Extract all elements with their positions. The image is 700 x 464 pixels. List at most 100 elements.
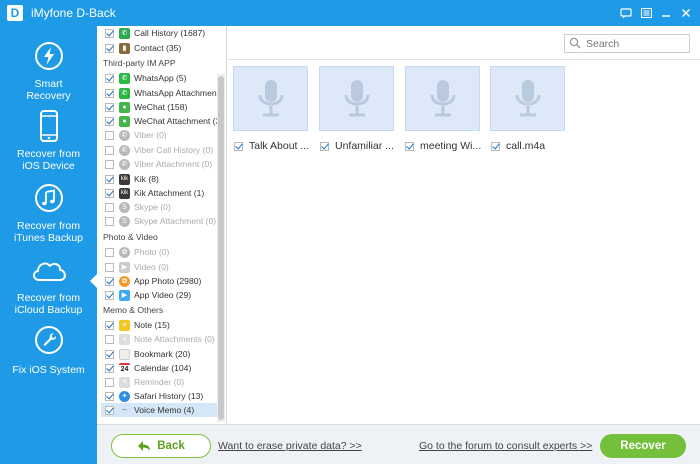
- checkbox[interactable]: [105, 174, 114, 184]
- checkbox[interactable]: [105, 116, 114, 126]
- search-icon: [569, 37, 583, 51]
- file-checkbox[interactable]: [491, 141, 500, 151]
- search-box[interactable]: [564, 34, 690, 53]
- nav-label: Recover from iOS Device: [16, 148, 80, 172]
- nav-recover-ios-device[interactable]: Recover from iOS Device: [0, 108, 97, 172]
- kik-icon: kik: [119, 187, 130, 199]
- checkbox[interactable]: [105, 405, 114, 415]
- music-note-icon: [29, 180, 69, 216]
- video-icon: ▶: [119, 261, 130, 273]
- voice-memo-icon: ~: [121, 404, 128, 416]
- tree-item-app-photo[interactable]: ✿ App Photo (2980): [105, 274, 201, 288]
- checkbox[interactable]: [105, 188, 114, 198]
- file-checkbox[interactable]: [320, 141, 329, 151]
- lightning-icon: [29, 38, 69, 74]
- nav-label: Recover from iTunes Backup: [13, 220, 84, 244]
- checkbox[interactable]: [105, 159, 114, 169]
- tree-item-voice-memo[interactable]: ~ Voice Memo (4): [101, 403, 217, 417]
- file-checkbox[interactable]: [234, 141, 243, 151]
- file-label[interactable]: call.m4a: [491, 140, 545, 152]
- tree-item-wechat-attachment[interactable]: ● WeChat Attachment (3...: [105, 114, 226, 128]
- checkbox[interactable]: [105, 363, 114, 373]
- nav-recover-itunes-backup[interactable]: Recover from iTunes Backup: [0, 180, 97, 244]
- section-title-memo: Memo & Others: [103, 305, 164, 315]
- nav-fix-ios-system[interactable]: Fix iOS System: [0, 322, 97, 376]
- minimize-icon[interactable]: [658, 5, 674, 21]
- tree-item-viber-call-history[interactable]: ✆ Viber Call History (0): [105, 143, 213, 157]
- checkbox[interactable]: [105, 102, 114, 112]
- search-input[interactable]: [583, 37, 683, 50]
- checkbox[interactable]: [105, 391, 114, 401]
- tree-item-safari-history[interactable]: ✦ Safari History (13): [105, 389, 203, 403]
- file-label[interactable]: Talk About ...: [234, 140, 309, 152]
- file-tile[interactable]: [490, 66, 565, 131]
- checkbox[interactable]: [105, 334, 114, 344]
- wechat-icon: ●: [119, 101, 130, 113]
- tree-item-video[interactable]: ▶ Video (0): [105, 260, 169, 274]
- title-bar: D iMyfone D-Back: [0, 0, 700, 26]
- checkbox[interactable]: [105, 247, 114, 257]
- checkbox[interactable]: [105, 88, 114, 98]
- tree-item-app-video[interactable]: ▶ App Video (29): [105, 288, 191, 302]
- file-tile[interactable]: [405, 66, 480, 131]
- back-arrow-icon: [138, 441, 151, 451]
- checkbox[interactable]: [105, 262, 114, 272]
- back-button[interactable]: Back: [111, 434, 211, 458]
- forum-link[interactable]: Go to the forum to consult experts >>: [419, 440, 592, 452]
- wechat-icon: ●: [119, 115, 130, 127]
- tree-item-whatsapp-attachment[interactable]: ✆ WhatsApp Attachmen...: [105, 86, 224, 100]
- nav-recover-icloud-backup[interactable]: Recover from iCloud Backup: [0, 252, 97, 316]
- reminder-icon: ≡: [119, 376, 130, 388]
- note-icon: ≡: [119, 333, 130, 345]
- checkbox[interactable]: [105, 276, 114, 286]
- viber-icon: ✆: [119, 158, 130, 170]
- checkbox[interactable]: [105, 43, 114, 53]
- tree-item-whatsapp[interactable]: ✆ WhatsApp (5): [105, 71, 187, 85]
- file-label[interactable]: meeting Wi...: [405, 140, 481, 152]
- tree-item-bookmark[interactable]: Bookmark (20): [105, 347, 190, 361]
- app-title: iMyfone D-Back: [31, 6, 116, 20]
- contacts-app-icon: ▮: [119, 42, 130, 54]
- checkbox[interactable]: [105, 28, 114, 38]
- tree-item-skype[interactable]: S Skype (0): [105, 200, 171, 214]
- tree-item-calendar[interactable]: 24 Calendar (104): [105, 361, 191, 375]
- checkbox[interactable]: [105, 73, 114, 83]
- file-checkbox[interactable]: [405, 141, 414, 151]
- close-icon[interactable]: [678, 5, 694, 21]
- checkbox[interactable]: [105, 290, 114, 300]
- recover-button[interactable]: Recover: [600, 434, 686, 458]
- checkbox[interactable]: [105, 145, 114, 155]
- checkbox[interactable]: [105, 349, 114, 359]
- kik-icon: kik: [119, 173, 130, 185]
- bookmark-icon: [119, 348, 130, 360]
- tree-item-kik[interactable]: kik Kik (8): [105, 172, 159, 186]
- tree-item-note-attachments[interactable]: ≡ Note Attachments (0): [105, 332, 215, 346]
- file-tile[interactable]: [319, 66, 394, 131]
- tree-item-contact[interactable]: ▮ Contact (35): [105, 41, 181, 55]
- tree-item-kik-attachment[interactable]: kik Kik Attachment (1): [105, 186, 204, 200]
- nav-label: Fix iOS System: [12, 364, 85, 376]
- checkbox[interactable]: [105, 320, 114, 330]
- safari-icon: ✦: [119, 390, 130, 402]
- tree-item-call-history[interactable]: ✆ Call History (1687): [105, 26, 205, 40]
- tree-item-viber-attachment[interactable]: ✆ Viber Attachment (0): [105, 157, 212, 171]
- checkbox[interactable]: [105, 130, 114, 140]
- tree-item-reminder[interactable]: ≡ Reminder (0): [105, 375, 184, 389]
- checkbox[interactable]: [105, 377, 114, 387]
- microphone-icon: [430, 79, 455, 116]
- tree-scrollbar[interactable]: [217, 74, 225, 422]
- erase-data-link[interactable]: Want to erase private data? >>: [218, 440, 362, 452]
- scroll-thumb[interactable]: [218, 76, 224, 420]
- checkbox[interactable]: [105, 216, 114, 226]
- menu-icon[interactable]: [638, 5, 654, 21]
- tree-item-note[interactable]: ≡ Note (15): [105, 318, 170, 332]
- nav-smart-recovery[interactable]: Smart Recovery: [0, 38, 97, 102]
- tree-item-photo[interactable]: ✿ Photo (0): [105, 245, 169, 259]
- tree-item-skype-attachment[interactable]: S Skype Attachment (0): [105, 214, 216, 228]
- feedback-icon[interactable]: [618, 5, 634, 21]
- file-tile[interactable]: [233, 66, 308, 131]
- tree-item-wechat[interactable]: ● WeChat (158): [105, 100, 187, 114]
- tree-item-viber[interactable]: ✆ Viber (0): [105, 128, 167, 142]
- checkbox[interactable]: [105, 202, 114, 212]
- file-label[interactable]: Unfamiliar ...: [320, 140, 394, 152]
